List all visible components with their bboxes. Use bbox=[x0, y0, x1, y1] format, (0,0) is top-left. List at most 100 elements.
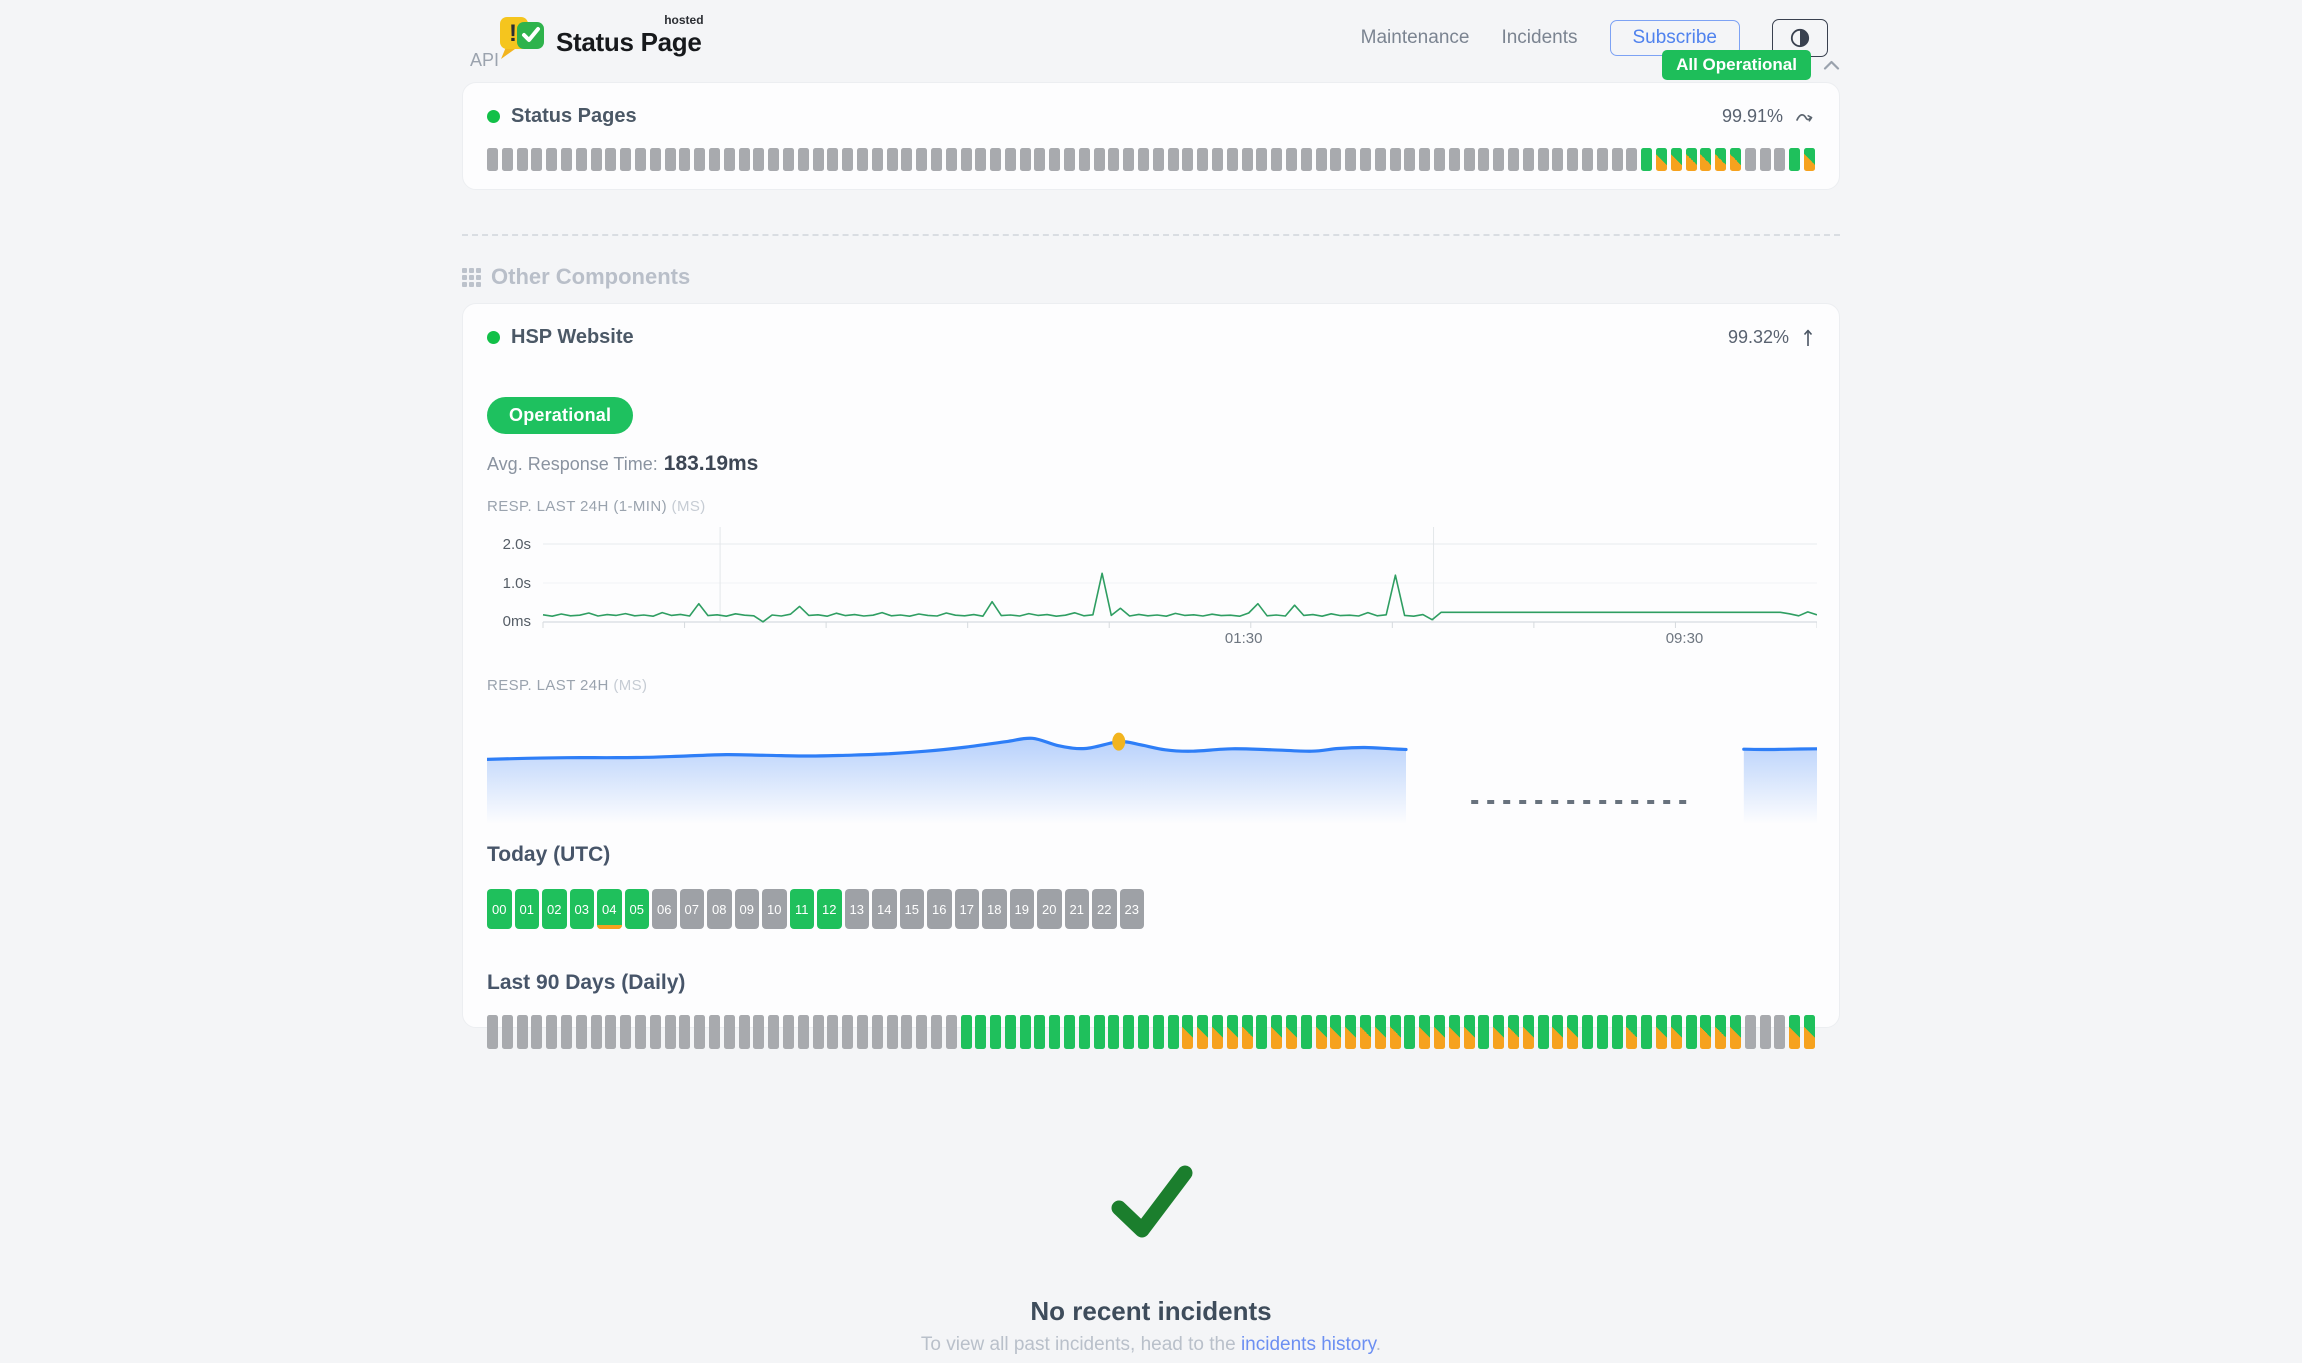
uptime-bar bbox=[1597, 1015, 1608, 1049]
today-hours-row[interactable]: 0001020304050607080910111213141516171819… bbox=[487, 889, 1815, 929]
svg-text:09:30: 09:30 bbox=[1666, 630, 1704, 647]
uptime-bar bbox=[1656, 148, 1667, 171]
uptime-bar bbox=[694, 148, 705, 171]
nav-maintenance[interactable]: Maintenance bbox=[1361, 27, 1470, 49]
uptime-bar bbox=[1197, 1015, 1208, 1049]
uptime-bar bbox=[1567, 1015, 1578, 1049]
uptime-bar bbox=[1715, 1015, 1726, 1049]
uptime-bar bbox=[1375, 1015, 1386, 1049]
uptime-bar bbox=[1449, 1015, 1460, 1049]
uptime-bar bbox=[487, 1015, 498, 1049]
hour-block-04: 04 bbox=[597, 889, 622, 929]
trend-wave-icon bbox=[1795, 110, 1815, 124]
uptime-bar bbox=[975, 148, 986, 171]
uptime-bar bbox=[842, 1015, 853, 1049]
uptime-bar bbox=[1153, 1015, 1164, 1049]
svg-text:2.0s: 2.0s bbox=[503, 536, 531, 553]
uptime-bars-row[interactable] bbox=[487, 148, 1815, 171]
uptime-bar bbox=[783, 148, 794, 171]
uptime-bar bbox=[1641, 148, 1652, 171]
uptime-bar bbox=[1123, 148, 1134, 171]
uptime-bar bbox=[1745, 148, 1756, 171]
svg-text:1.0s: 1.0s bbox=[503, 575, 531, 592]
uptime-bar bbox=[1404, 1015, 1415, 1049]
uptime-bar bbox=[1123, 1015, 1134, 1049]
hour-block-15: 15 bbox=[900, 889, 925, 929]
uptime-bar bbox=[650, 1015, 661, 1049]
uptime-bar bbox=[946, 148, 957, 171]
uptime-bar bbox=[1774, 1015, 1785, 1049]
svg-text:01:30: 01:30 bbox=[1225, 630, 1263, 647]
uptime-bar bbox=[1079, 1015, 1090, 1049]
hour-block-10: 10 bbox=[762, 889, 787, 929]
uptime-bar bbox=[1745, 1015, 1756, 1049]
uptime-bar bbox=[517, 1015, 528, 1049]
uptime-bar bbox=[1212, 148, 1223, 171]
hour-block-01: 01 bbox=[515, 889, 540, 929]
uptime-bar bbox=[531, 1015, 542, 1049]
uptime-bar bbox=[1567, 148, 1578, 171]
uptime-bar bbox=[694, 1015, 705, 1049]
hour-block-21: 21 bbox=[1065, 889, 1090, 929]
last90-bars-row[interactable] bbox=[487, 1015, 1815, 1049]
section-title-text: Other Components bbox=[491, 264, 690, 290]
uptime-bar bbox=[1108, 1015, 1119, 1049]
uptime-bar bbox=[1094, 1015, 1105, 1049]
uptime-bar bbox=[916, 1015, 927, 1049]
no-incidents-subtitle: To view all past incidents, head to the … bbox=[0, 1334, 2302, 1356]
subtitle-prefix: To view all past incidents, head to the bbox=[921, 1334, 1241, 1355]
uptime-bar bbox=[739, 148, 750, 171]
uptime-bar bbox=[990, 148, 1001, 171]
avg-response-label: Avg. Response Time: bbox=[487, 454, 658, 474]
uptime-bar bbox=[1301, 148, 1312, 171]
uptime-bar bbox=[502, 148, 513, 171]
uptime-bar bbox=[1360, 148, 1371, 171]
component-row-status-pages: Status Pages 99.91% bbox=[487, 105, 1815, 128]
uptime-bar bbox=[1256, 1015, 1267, 1049]
hour-block-13: 13 bbox=[845, 889, 870, 929]
avg-response-value: 183.19ms bbox=[664, 452, 759, 475]
uptime-bar bbox=[1153, 148, 1164, 171]
hour-block-07: 07 bbox=[680, 889, 705, 929]
uptime-bar bbox=[517, 148, 528, 171]
uptime-bar bbox=[827, 148, 838, 171]
hour-block-14: 14 bbox=[872, 889, 897, 929]
hour-block-12: 12 bbox=[817, 889, 842, 929]
uptime-bar bbox=[1671, 148, 1682, 171]
uptime-bar bbox=[931, 148, 942, 171]
uptime-bar bbox=[561, 148, 572, 171]
uptime-bar bbox=[487, 148, 498, 171]
uptime-bar bbox=[1538, 148, 1549, 171]
uptime-bar bbox=[1493, 1015, 1504, 1049]
uptime-bar bbox=[887, 148, 898, 171]
uptime-bar bbox=[1671, 1015, 1682, 1049]
uptime-bar bbox=[679, 148, 690, 171]
uptime-bar bbox=[1730, 148, 1741, 171]
uptime-bar bbox=[546, 1015, 557, 1049]
response-time-area-chart[interactable] bbox=[487, 696, 1817, 831]
uptime-bar bbox=[1434, 148, 1445, 171]
uptime-bar bbox=[1626, 1015, 1637, 1049]
response-time-line-chart[interactable]: 2.0s1.0s0ms01:3009:30 bbox=[487, 519, 1817, 649]
uptime-bar bbox=[1789, 148, 1800, 171]
uptime-bar bbox=[1789, 1015, 1800, 1049]
uptime-bar bbox=[1108, 148, 1119, 171]
incidents-history-link[interactable]: incidents history bbox=[1241, 1334, 1376, 1355]
chart1-label: RESP. LAST 24H (1-MIN) (MS) bbox=[487, 498, 1815, 515]
uptime-bar bbox=[665, 1015, 676, 1049]
nav-incidents[interactable]: Incidents bbox=[1501, 27, 1577, 49]
uptime-bar bbox=[753, 148, 764, 171]
uptime-bar bbox=[1730, 1015, 1741, 1049]
uptime-bar bbox=[709, 1015, 720, 1049]
uptime-bar bbox=[1286, 1015, 1297, 1049]
uptime-bar bbox=[1034, 1015, 1045, 1049]
uptime-bar bbox=[1094, 148, 1105, 171]
component-row-hsp-website: HSP Website 99.32% bbox=[487, 326, 1815, 349]
uptime-bar bbox=[1390, 148, 1401, 171]
uptime-bar bbox=[1345, 1015, 1356, 1049]
component-name: HSP Website bbox=[511, 326, 634, 349]
uptime-bar bbox=[1138, 1015, 1149, 1049]
big-check-icon bbox=[1103, 1158, 1199, 1246]
uptime-bar bbox=[1464, 148, 1475, 171]
uptime-bar bbox=[1419, 1015, 1430, 1049]
